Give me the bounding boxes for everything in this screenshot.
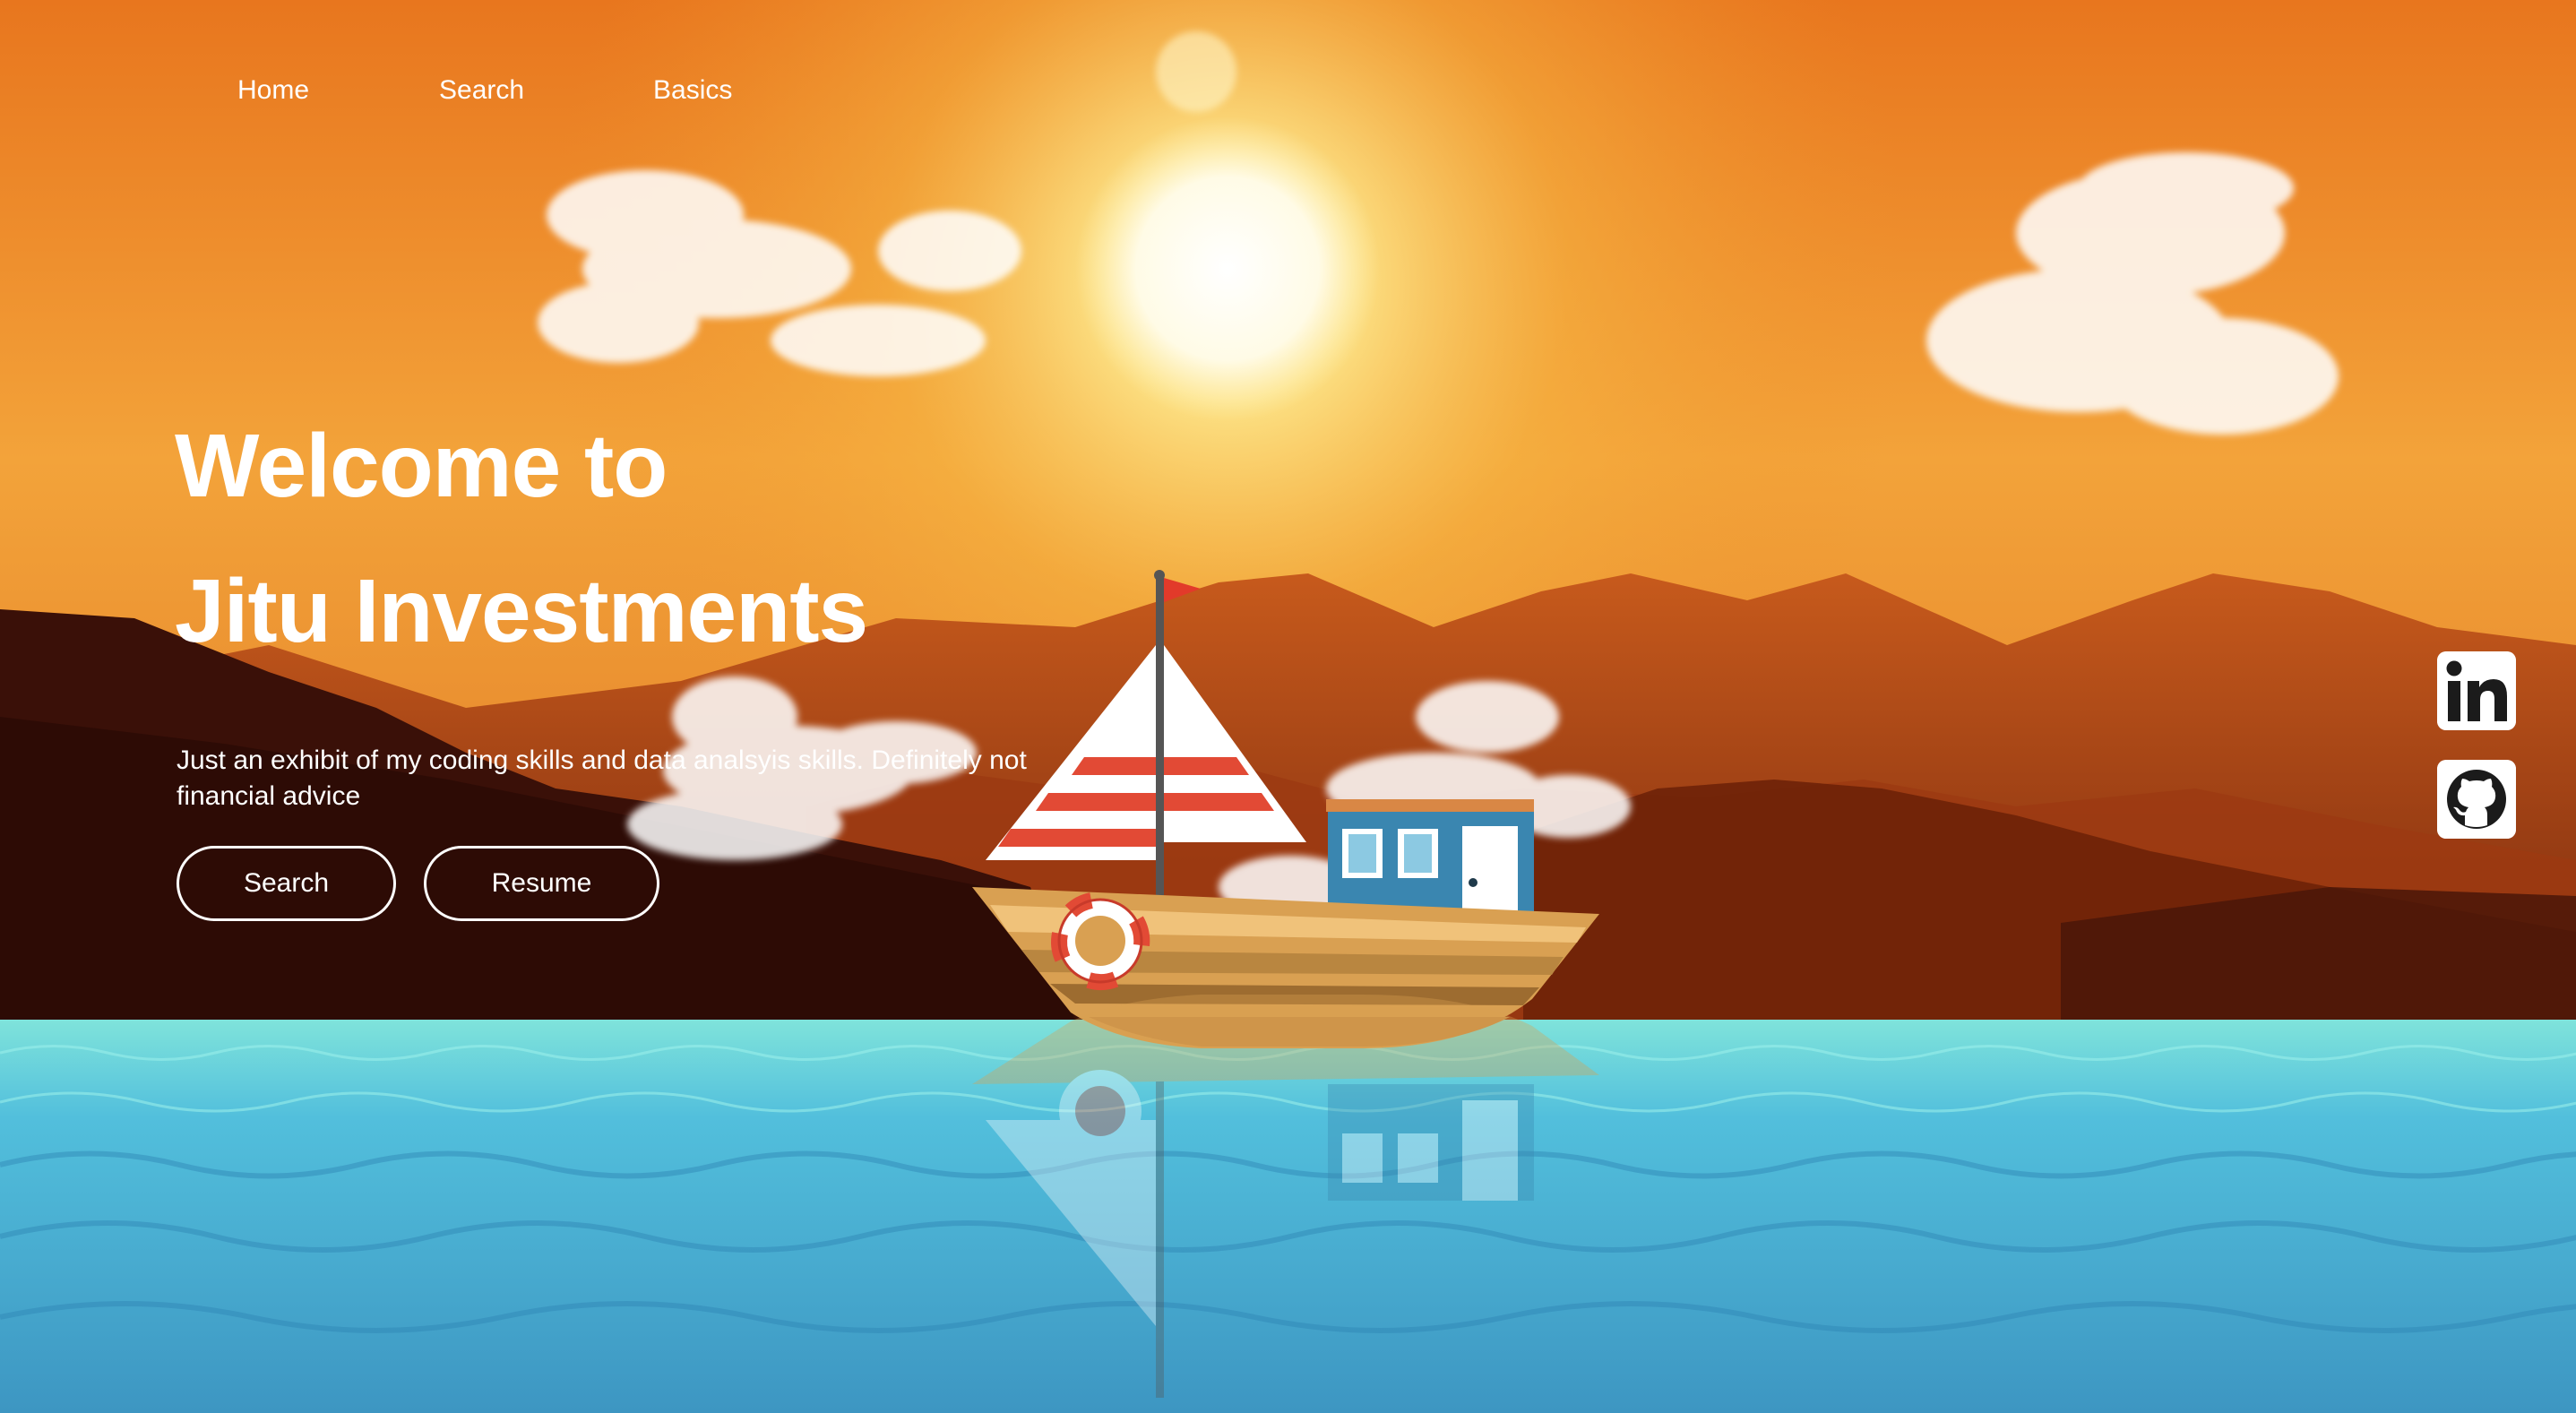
nav-link-search[interactable]: Search [439, 75, 524, 106]
hero-subtitle: Just an exhibit of my coding skills and … [177, 745, 1027, 811]
github-icon [2437, 760, 2516, 839]
resume-button[interactable]: Resume [424, 846, 659, 921]
hero-title-line1: Welcome to [175, 416, 668, 516]
linkedin-icon [2437, 651, 2516, 730]
search-button[interactable]: Search [177, 846, 396, 921]
github-link[interactable] [2437, 760, 2516, 839]
linkedin-link[interactable] [2437, 651, 2516, 730]
hero-background-scene [0, 0, 2576, 1413]
nav-link-basics[interactable]: Basics [653, 75, 732, 106]
hero-title-line2: Jitu Investments [175, 561, 868, 661]
nav-link-home[interactable]: Home [237, 75, 309, 106]
